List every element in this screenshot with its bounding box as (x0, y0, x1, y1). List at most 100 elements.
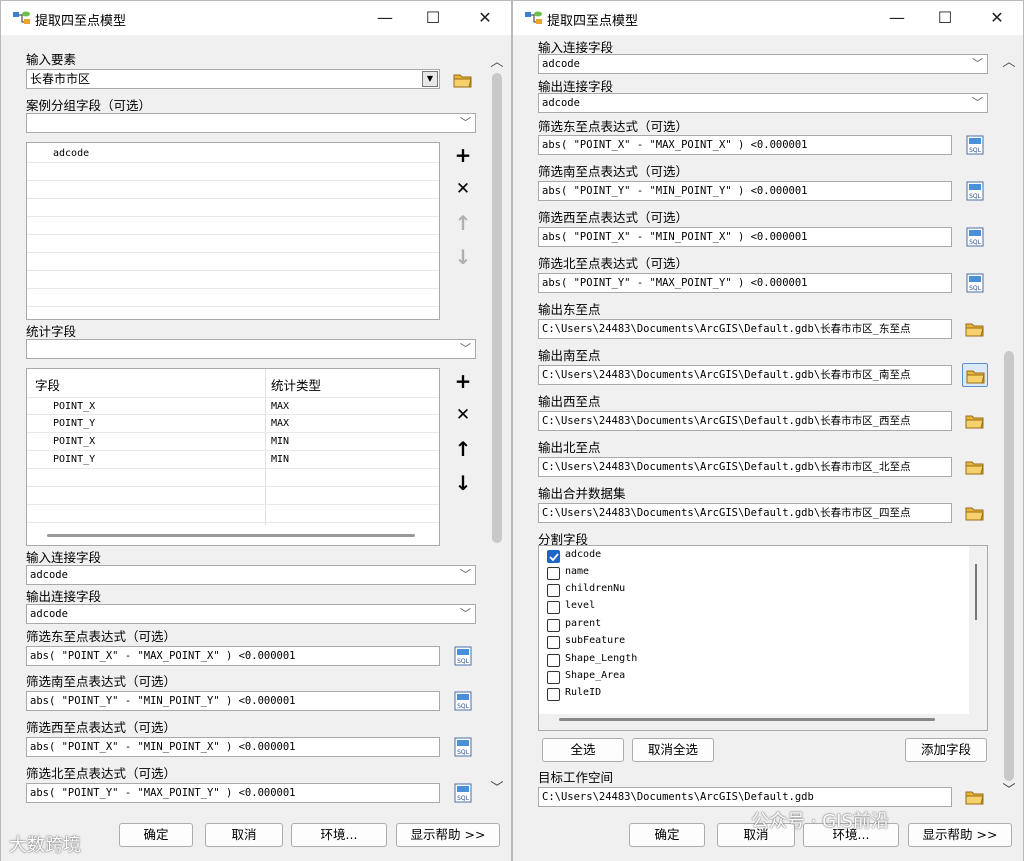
stats-field-dropdown[interactable]: ﹀ (26, 339, 476, 359)
add-field-button[interactable]: 添加字段 (905, 738, 987, 762)
out-merge-input[interactable]: C:\Users\24483\Documents\ArcGIS\Default.… (538, 503, 952, 523)
out-west-input[interactable]: C:\Users\24483\Documents\ArcGIS\Default.… (538, 411, 952, 431)
checkbox-label[interactable]: level (565, 600, 595, 611)
table-row[interactable]: POINT_Y MAX (27, 415, 439, 433)
output-join-dropdown[interactable]: adcode ﹀ (26, 604, 476, 624)
scroll-thumb[interactable] (1004, 351, 1014, 781)
input-join-dropdown[interactable]: adcode ﹀ (538, 54, 988, 74)
checkbox[interactable] (547, 619, 560, 632)
input-feature-dropdown[interactable]: 长春市市区 ▼ (26, 69, 440, 89)
sql-icon[interactable] (452, 736, 474, 758)
vertical-scrollbar[interactable] (975, 564, 977, 620)
cancel-button[interactable]: 取消 (205, 823, 283, 847)
checkbox[interactable] (547, 601, 560, 614)
input-join-dropdown[interactable]: adcode ﹀ (26, 565, 476, 585)
minimize-button[interactable]: — (371, 7, 399, 29)
maximize-button[interactable]: ☐ (931, 7, 959, 29)
title-bar[interactable]: 提取四至点模型 — ☐ ✕ (1, 1, 511, 35)
add-icon[interactable]: + (452, 144, 474, 166)
out-north-input[interactable]: C:\Users\24483\Documents\ArcGIS\Default.… (538, 457, 952, 477)
sql-icon[interactable] (964, 180, 986, 202)
scroll-up-icon[interactable]: ︿ (1001, 51, 1017, 70)
environments-button[interactable]: 环境... (291, 823, 387, 847)
checkbox[interactable] (547, 688, 560, 701)
case-group-dropdown[interactable]: ﹀ (26, 113, 476, 133)
list-item[interactable]: adcode (27, 145, 439, 163)
show-help-button[interactable]: 显示帮助 >> (908, 823, 1012, 847)
sql-icon[interactable] (964, 226, 986, 248)
ok-button[interactable]: 确定 (629, 823, 705, 847)
output-join-dropdown[interactable]: adcode ﹀ (538, 93, 988, 113)
folder-open-icon[interactable] (964, 319, 986, 339)
west-expr-input[interactable]: abs( "POINT_X" - "MIN_POINT_X" ) <0.0000… (26, 737, 440, 757)
select-all-button[interactable]: 全选 (542, 738, 624, 762)
checkbox[interactable] (547, 654, 560, 667)
sql-icon[interactable] (452, 782, 474, 804)
table-row[interactable]: POINT_Y MIN (27, 451, 439, 469)
sql-icon[interactable] (964, 272, 986, 294)
scroll-down-icon[interactable]: ﹀ (1001, 779, 1017, 798)
ok-button[interactable]: 确定 (119, 823, 193, 847)
remove-icon[interactable]: ✕ (452, 178, 474, 200)
move-down-icon[interactable]: ↓ (452, 472, 474, 494)
stats-table[interactable]: 字段 统计类型 POINT_X MAX POINT_Y MAX POINT_X MIN… (26, 368, 440, 546)
out-south-input[interactable]: C:\Users\24483\Documents\ArcGIS\Default.… (538, 365, 952, 385)
folder-open-icon[interactable] (964, 457, 986, 477)
south-expr-input[interactable]: abs( "POINT_Y" - "MIN_POINT_Y" ) <0.0000… (538, 181, 952, 201)
checkbox-checked[interactable] (547, 550, 560, 563)
case-group-listbox[interactable]: adcode (26, 142, 440, 320)
checkbox-label[interactable]: RuleID (565, 687, 601, 698)
north-expr-input[interactable]: abs( "POINT_Y" - "MAX_POINT_Y" ) <0.0000… (26, 783, 440, 803)
folder-open-icon[interactable] (962, 363, 988, 387)
clear-all-button[interactable]: 取消全选 (632, 738, 714, 762)
checkbox-label[interactable]: Shape_Length (565, 653, 637, 664)
close-button[interactable]: ✕ (471, 7, 499, 29)
folder-open-icon[interactable] (452, 70, 474, 90)
out-east-input[interactable]: C:\Users\24483\Documents\ArcGIS\Default.… (538, 319, 952, 339)
checkbox-label[interactable]: Shape_Area (565, 670, 625, 681)
checkbox[interactable] (547, 671, 560, 684)
split-field-checklist[interactable]: adcode name childrenNu level parent subF… (539, 546, 977, 714)
col-header-type[interactable]: 统计类型 (271, 375, 321, 394)
show-help-button[interactable]: 显示帮助 >> (396, 823, 500, 847)
vertical-scrollbar[interactable]: ︿ ﹀ (1001, 49, 1017, 805)
scroll-down-icon[interactable]: ﹀ (489, 777, 505, 796)
close-button[interactable]: ✕ (983, 7, 1011, 29)
checkbox[interactable] (547, 584, 560, 597)
checkbox-label[interactable]: subFeature (565, 635, 625, 646)
minimize-button[interactable]: — (883, 7, 911, 29)
horizontal-scrollbar[interactable] (47, 534, 415, 537)
dropdown-arrow-icon[interactable]: ▼ (422, 71, 438, 87)
vertical-scrollbar[interactable]: ︿ ﹀ (489, 49, 505, 805)
checkbox-label[interactable]: childrenNu (565, 583, 625, 594)
horizontal-scrollbar[interactable] (559, 718, 935, 721)
sql-icon[interactable] (452, 690, 474, 712)
move-up-icon[interactable]: ↑ (452, 438, 474, 460)
checkbox[interactable] (547, 567, 560, 580)
folder-open-icon[interactable] (964, 411, 986, 431)
east-expr-input[interactable]: abs( "POINT_X" - "MAX_POINT_X" ) <0.0000… (538, 135, 952, 155)
title-bar[interactable]: 提取四至点模型 — ☐ ✕ (513, 1, 1023, 35)
checkbox-label[interactable]: name (565, 566, 589, 577)
add-icon[interactable]: + (452, 370, 474, 392)
table-row[interactable]: POINT_X MIN (27, 433, 439, 451)
move-down-icon[interactable]: ↓ (452, 246, 474, 268)
move-up-icon[interactable]: ↑ (452, 212, 474, 234)
col-header-field[interactable]: 字段 (35, 375, 60, 394)
checkbox-label[interactable]: adcode (565, 549, 601, 560)
sql-icon[interactable] (452, 645, 474, 667)
north-expr-input[interactable]: abs( "POINT_Y" - "MAX_POINT_Y" ) <0.0000… (538, 273, 952, 293)
table-row[interactable]: POINT_X MAX (27, 397, 439, 415)
scroll-up-icon[interactable]: ︿ (489, 51, 505, 70)
remove-icon[interactable]: ✕ (452, 404, 474, 426)
checkbox-label[interactable]: parent (565, 618, 601, 629)
south-expr-input[interactable]: abs( "POINT_Y" - "MIN_POINT_Y" ) <0.0000… (26, 691, 440, 711)
scroll-thumb[interactable] (492, 73, 502, 543)
maximize-button[interactable]: ☐ (419, 7, 447, 29)
sql-icon[interactable] (964, 134, 986, 156)
folder-open-icon[interactable] (964, 787, 986, 807)
west-expr-input[interactable]: abs( "POINT_X" - "MIN_POINT_X" ) <0.0000… (538, 227, 952, 247)
checkbox[interactable] (547, 636, 560, 649)
folder-open-icon[interactable] (964, 503, 986, 523)
workspace-input[interactable]: C:\Users\24483\Documents\ArcGIS\Default.… (538, 787, 952, 807)
